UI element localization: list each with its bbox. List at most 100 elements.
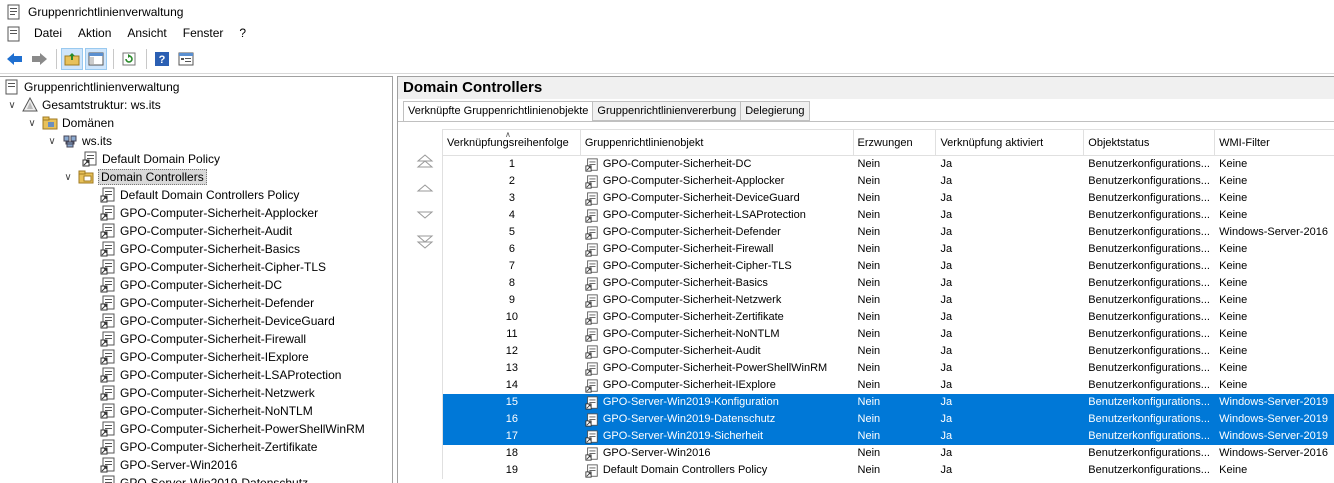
menu-ansicht[interactable]: Ansicht (119, 23, 174, 44)
table-row[interactable]: 10 GPO-Computer-Sicherheit-Zertifikate Nei… (443, 309, 1334, 326)
table-row[interactable]: 13 GPO-Computer-Sicherheit-PowerShellWinR… (443, 360, 1334, 377)
tree-gpo-link[interactable]: GPO-Computer-Sicherheit-DeviceGuard (100, 312, 335, 330)
gpo-link-icon (585, 208, 598, 223)
console-icon[interactable] (6, 26, 22, 42)
show-hide-tree-button[interactable] (85, 47, 107, 70)
tree-root[interactable]: Gruppenrichtlinienverwaltung (4, 78, 179, 96)
tree-default-domain-policy[interactable]: Default Domain Policy (82, 150, 220, 168)
tree-gpo-link[interactable]: GPO-Server-Win2016 (100, 456, 237, 474)
gpo-link-icon (585, 429, 598, 444)
cell-link-order: 11 (506, 328, 518, 340)
tree-gpo-link[interactable]: GPO-Computer-Sicherheit-IExplore (100, 348, 309, 366)
cell-status: Benutzerkonfigurations... (1088, 328, 1210, 340)
properties-icon (178, 52, 194, 65)
col-link-enabled[interactable]: Verknüpfung aktiviert (936, 130, 1085, 156)
detail-title: Domain Controllers (398, 77, 1334, 99)
gpo-link-icon (100, 367, 115, 383)
tree-gpo-link[interactable]: GPO-Computer-Sicherheit-LSAProtection (100, 366, 341, 384)
up-folder-button[interactable] (61, 47, 83, 70)
gpo-link-icon (585, 344, 598, 359)
tree-domain-controllers[interactable]: ∨ Domain Controllers (62, 168, 207, 186)
console-tree[interactable]: Gruppenrichtlinienverwaltung ∨ Gesamtstr… (0, 76, 393, 483)
tree-gpo-link[interactable]: Default Domain Controllers Policy (100, 186, 299, 204)
cell-status: Benutzerkonfigurations... (1088, 175, 1210, 187)
tree-gpo-link[interactable]: GPO-Computer-Sicherheit-PowerShellWinRM (100, 420, 365, 438)
move-up-icon[interactable] (416, 179, 434, 197)
tree-gpo-link[interactable]: GPO-Computer-Sicherheit-Netzwerk (100, 384, 315, 402)
col-status[interactable]: Objektstatus (1084, 130, 1216, 156)
gpo-link-icon (585, 446, 598, 461)
tree-gpo-link[interactable]: GPO-Computer-Sicherheit-Defender (100, 294, 314, 312)
help-button[interactable]: ? (151, 48, 173, 70)
table-row[interactable]: 1 GPO-Computer-Sicherheit-DC Nein Ja Benutze… (443, 156, 1334, 173)
collapse-icon[interactable]: ∨ (6, 99, 18, 111)
table-row[interactable]: 3 GPO-Computer-Sicherheit-DeviceGuard Nein… (443, 190, 1334, 207)
move-to-bottom-icon[interactable] (416, 233, 434, 251)
table-row[interactable]: 9 GPO-Computer-Sicherheit-Netzwerk Nein Ja B… (443, 292, 1334, 309)
tree-gpo-link[interactable]: GPO-Computer-Sicherheit-DC (100, 276, 282, 294)
cell-link-order: 16 (505, 413, 519, 425)
tree-domain-controllers-label: Domain Controllers (98, 169, 207, 185)
col-enforced[interactable]: Erzwungen (853, 130, 937, 156)
table-row[interactable]: 12 GPO-Computer-Sicherheit-Audit Nein Ja Ben… (443, 343, 1334, 360)
tree-gpo-link[interactable]: GPO-Server-Win2019-Datenschutz (100, 474, 308, 483)
collapse-icon[interactable]: ∨ (46, 135, 58, 147)
table-row[interactable]: 14 GPO-Computer-Sicherheit-IExplore Nein Ja… (443, 377, 1334, 394)
cell-gpo-name: GPO-Computer-Sicherheit-NoNTLM (602, 328, 780, 340)
cell-wmi-filter: Keine (1219, 311, 1248, 323)
collapse-icon[interactable]: ∨ (26, 117, 38, 129)
menu-help[interactable]: ? (231, 23, 254, 44)
table-row[interactable]: 2 GPO-Computer-Sicherheit-Applocker Nein Ja… (443, 173, 1334, 190)
cell-enforced: Nein (857, 464, 881, 476)
table-row[interactable]: 4 GPO-Computer-Sicherheit-LSAProtection Ne… (443, 207, 1334, 224)
table-row[interactable]: 17 GPO-Server-Win2019-Sicherheit Nein Ja Ben… (443, 428, 1334, 445)
tree-domain[interactable]: ∨ ws.its (46, 132, 112, 150)
col-gpo[interactable]: Gruppenrichtlinienobjekt (580, 130, 854, 156)
table-row[interactable]: 19 Default Domain Controllers Policy Nein J… (443, 462, 1334, 479)
tree-domains[interactable]: ∨ Domänen (26, 114, 114, 132)
table-row[interactable]: 11 GPO-Computer-Sicherheit-NoNTLM Nein Ja Be… (443, 326, 1334, 343)
tree-gpo-link[interactable]: GPO-Computer-Sicherheit-NoNTLM (100, 402, 313, 420)
tree-gpo-link[interactable]: GPO-Computer-Sicherheit-Basics (100, 240, 300, 258)
cell-enforced: Nein (857, 379, 881, 391)
table-row[interactable]: 16 GPO-Server-Win2019-Datenschutz Nein Ja Be… (443, 411, 1334, 428)
cell-link-order: 18 (505, 447, 519, 459)
menu-fenster[interactable]: Fenster (175, 23, 232, 44)
refresh-button[interactable] (118, 48, 140, 70)
back-icon (7, 52, 22, 65)
move-to-top-icon[interactable] (416, 152, 434, 170)
forward-button[interactable] (28, 48, 50, 70)
table-row[interactable]: 8 GPO-Computer-Sicherheit-Basics Nein Ja Ben… (443, 275, 1334, 292)
tree-gpo-link[interactable]: GPO-Computer-Sicherheit-Zertifikate (100, 438, 317, 456)
menu-aktion[interactable]: Aktion (70, 23, 119, 44)
tree-gpo-link[interactable]: GPO-Computer-Sicherheit-Cipher-TLS (100, 258, 326, 276)
cell-enforced: Nein (857, 294, 881, 306)
cell-link-enabled: Ja (940, 243, 953, 255)
collapse-icon[interactable]: ∨ (62, 171, 74, 183)
tab-inheritance[interactable]: Gruppenrichtlinienvererbung (592, 101, 742, 121)
tree-forest[interactable]: ∨ Gesamtstruktur: ws.its (6, 96, 161, 114)
cell-gpo-name: GPO-Computer-Sicherheit-Zertifikate (602, 311, 784, 323)
move-down-icon[interactable] (416, 206, 434, 224)
table-row[interactable]: 15 GPO-Server-Win2019-Konfiguration Nein Ja… (443, 394, 1334, 411)
cell-link-enabled: Ja (940, 396, 953, 408)
table-row[interactable]: 5 GPO-Computer-Sicherheit-Defender Nein Ja B… (443, 224, 1334, 241)
tree-gpo-link-label: GPO-Server-Win2019-Datenschutz (120, 476, 309, 483)
col-link-order[interactable]: ∧ Verknüpfungsreihenfolge (443, 130, 581, 156)
table-row[interactable]: 6 GPO-Computer-Sicherheit-Firewall Nein Ja B… (443, 241, 1334, 258)
col-wmi-filter[interactable]: WMI-Filter (1215, 130, 1334, 156)
tree-gpo-link[interactable]: GPO-Computer-Sicherheit-Applocker (100, 204, 318, 222)
tab-delegation[interactable]: Delegierung (740, 101, 810, 121)
tree-gpo-link[interactable]: GPO-Computer-Sicherheit-Audit (100, 222, 292, 240)
gpmc-icon (5, 79, 18, 95)
table-row[interactable]: 7 GPO-Computer-Sicherheit-Cipher-TLS Nein J… (443, 258, 1334, 275)
cell-enforced: Nein (857, 345, 881, 357)
menu-datei[interactable]: Datei (26, 23, 70, 44)
properties-button[interactable] (175, 48, 197, 70)
tree-gpo-link[interactable]: GPO-Computer-Sicherheit-Firewall (100, 330, 306, 348)
back-button[interactable] (4, 48, 26, 70)
table-row[interactable]: 18 GPO-Server-Win2016 Nein Ja Benutzerkonfig… (443, 445, 1334, 462)
cell-gpo: GPO-Server-Win2019-Datenschutz (581, 411, 854, 428)
cell-gpo-name: GPO-Computer-Sicherheit-IExplore (602, 379, 776, 391)
tab-linked-gpos[interactable]: Verknüpfte Gruppenrichtlinienobjekte (403, 101, 594, 122)
